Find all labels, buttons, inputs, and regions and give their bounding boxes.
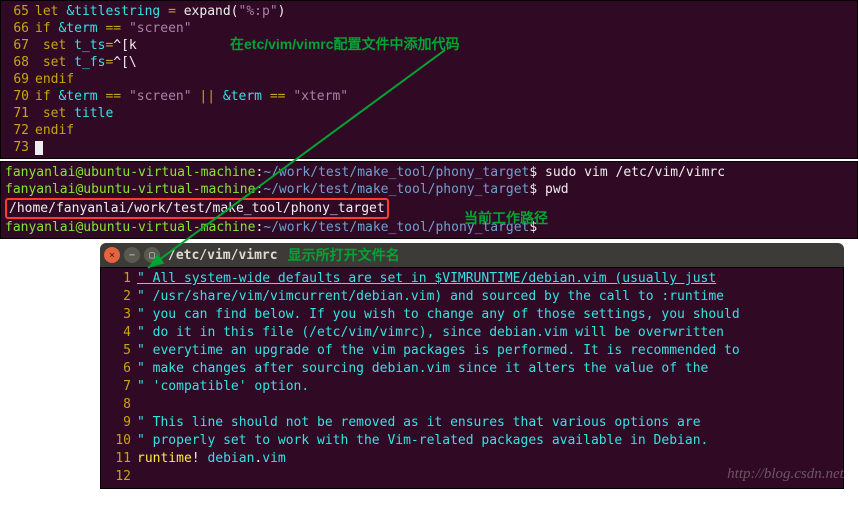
code-line: 65let &titlestring = expand("%:p") bbox=[5, 3, 853, 20]
terminal-line: /home/fanyanlai/work/test/make_tool/phon… bbox=[5, 198, 853, 219]
code-line: 5" everytime an upgrade of the vim packa… bbox=[105, 342, 839, 360]
line-number: 70 bbox=[5, 88, 29, 105]
line-number: 65 bbox=[5, 3, 29, 20]
line-number: 69 bbox=[5, 71, 29, 88]
vimrc-editor-bottom: 1" All system-wide defaults are set in $… bbox=[100, 267, 844, 489]
code-line: 11runtime! debian.vim bbox=[105, 450, 839, 468]
annotation-title: 显示所打开文件名 bbox=[288, 245, 400, 265]
line-number: 8 bbox=[105, 396, 131, 414]
line-number: 71 bbox=[5, 105, 29, 122]
code-line: 68 set t_fs=^[\ bbox=[5, 54, 853, 71]
code-line: 2" /usr/share/vim/vimcurrent/debian.vim)… bbox=[105, 288, 839, 306]
line-number: 5 bbox=[105, 342, 131, 360]
code-line: 10" properly set to work with the Vim-re… bbox=[105, 432, 839, 450]
line-number: 4 bbox=[105, 324, 131, 342]
code-line: 12 bbox=[105, 468, 839, 486]
line-number: 9 bbox=[105, 414, 131, 432]
line-number: 2 bbox=[105, 288, 131, 306]
line-number: 12 bbox=[105, 468, 131, 486]
code-line: 8 bbox=[105, 396, 839, 414]
annotation-cwd: 当前工作路径 bbox=[464, 208, 548, 228]
window-titlebar: × − ▢ /etc/vim/vimrc 显示所打开文件名 bbox=[100, 243, 844, 267]
line-number: 66 bbox=[5, 20, 29, 37]
vimrc-window: × − ▢ /etc/vim/vimrc 显示所打开文件名 1" All sys… bbox=[100, 243, 844, 489]
line-number: 68 bbox=[5, 54, 29, 71]
code-line: 71 set title bbox=[5, 105, 853, 122]
code-line: 1" All system-wide defaults are set in $… bbox=[105, 270, 839, 288]
code-line: 3" you can find below. If you wish to ch… bbox=[105, 306, 839, 324]
code-line: 70if &term == "screen" || &term == "xter… bbox=[5, 88, 853, 105]
annotation-config: 在etc/vim/vimrc配置文件中添加代码 bbox=[230, 34, 460, 54]
code-line: 9" This line should not be removed as it… bbox=[105, 414, 839, 432]
vimrc-editor-top: 65let &titlestring = expand("%:p")66if &… bbox=[0, 0, 858, 159]
code-line: 4" do it in this file (/etc/vim/vimrc), … bbox=[105, 324, 839, 342]
close-icon[interactable]: × bbox=[104, 247, 120, 263]
cursor bbox=[35, 141, 43, 155]
line-number: 7 bbox=[105, 378, 131, 396]
minimize-icon[interactable]: − bbox=[124, 247, 140, 263]
line-number: 10 bbox=[105, 432, 131, 450]
line-number: 11 bbox=[105, 450, 131, 468]
terminal-line: fanyanlai@ubuntu-virtual-machine:~/work/… bbox=[5, 181, 853, 198]
terminal-line: fanyanlai@ubuntu-virtual-machine:~/work/… bbox=[5, 164, 853, 181]
line-number: 67 bbox=[5, 37, 29, 54]
line-number: 3 bbox=[105, 306, 131, 324]
highlighted-output: /home/fanyanlai/work/test/make_tool/phon… bbox=[5, 198, 389, 219]
line-number: 1 bbox=[105, 270, 131, 288]
window-title: /etc/vim/vimrc bbox=[168, 248, 278, 263]
code-line: 72endif bbox=[5, 122, 853, 139]
line-number: 72 bbox=[5, 122, 29, 139]
code-line: 73 bbox=[5, 139, 853, 156]
code-line: 7" 'compatible' option. bbox=[105, 378, 839, 396]
code-line: 6" make changes after sourcing debian.vi… bbox=[105, 360, 839, 378]
line-number: 6 bbox=[105, 360, 131, 378]
maximize-icon[interactable]: ▢ bbox=[144, 247, 160, 263]
terminal[interactable]: fanyanlai@ubuntu-virtual-machine:~/work/… bbox=[0, 161, 858, 239]
terminal-line: fanyanlai@ubuntu-virtual-machine:~/work/… bbox=[5, 219, 853, 236]
code-line: 69endif bbox=[5, 71, 853, 88]
line-number: 73 bbox=[5, 139, 29, 156]
